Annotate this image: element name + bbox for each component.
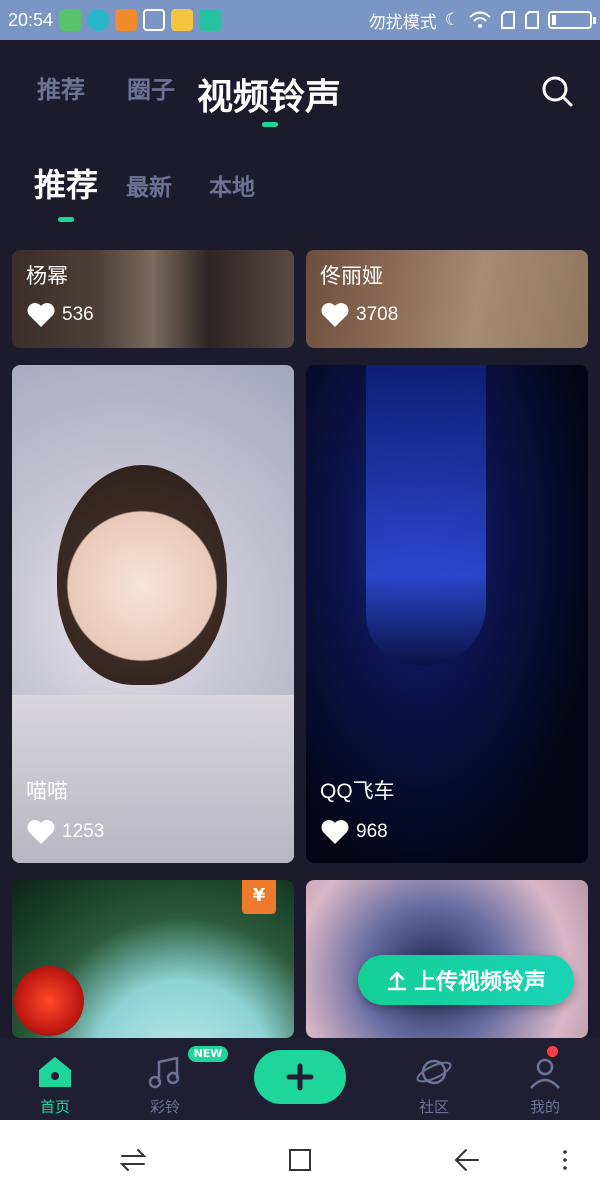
top-tab-indicator: [262, 122, 278, 127]
tab-video-ringtone[interactable]: 视频铃声: [197, 68, 341, 120]
heart-icon: [321, 820, 349, 844]
flower-thumbnail: [14, 966, 84, 1036]
profile-icon: [530, 1058, 560, 1089]
video-card[interactable]: 杨幂 536: [12, 250, 294, 348]
new-badge: NEW: [188, 1046, 228, 1062]
like-count-value: 1253: [62, 821, 105, 842]
upload-video-ringtone-button[interactable]: 上传视频铃声: [358, 955, 574, 1005]
video-card[interactable]: 喵喵 1253: [12, 365, 294, 863]
system-nav-bar: [0, 1120, 600, 1200]
nav-home[interactable]: 首页: [10, 1038, 100, 1120]
heart-icon: [27, 303, 55, 327]
video-card-title: QQ飞车: [320, 780, 395, 803]
like-count: 3708: [320, 302, 398, 328]
more-icon[interactable]: [560, 1146, 570, 1174]
video-thumbnail-face: [57, 465, 227, 685]
tab-recommend[interactable]: 推荐: [37, 70, 85, 105]
bottom-nav: 首页 彩铃 NEW 社区 我的: [0, 1038, 600, 1120]
top-tab-bar: 推荐 圈子 视频铃声: [0, 40, 600, 135]
tab-circle[interactable]: 圈子: [127, 70, 175, 105]
nav-home-label: 首页: [39, 1098, 70, 1116]
sub-tab-bar: 推荐 最新 本地: [0, 140, 600, 230]
app-notification-icon: [59, 9, 82, 31]
search-icon[interactable]: [540, 74, 574, 108]
sync-notification-icon: [87, 9, 110, 31]
video-card[interactable]: ¥: [12, 880, 294, 1038]
wifi-icon: [469, 11, 491, 28]
moon-icon: ☾: [444, 10, 460, 30]
upload-icon: [387, 971, 407, 991]
nav-ringtone-label: 彩铃: [149, 1098, 180, 1116]
home-square-icon[interactable]: [286, 1146, 314, 1174]
clean-notification-icon: [143, 9, 166, 31]
folder-notification-icon: [171, 9, 194, 31]
subtab-latest[interactable]: 最新: [126, 168, 172, 202]
sim1-icon: [501, 11, 515, 29]
like-count: 536: [26, 302, 94, 328]
subtab-recommend[interactable]: 推荐: [34, 160, 98, 206]
nav-community[interactable]: 社区: [389, 1038, 479, 1120]
video-card-title: 杨幂: [26, 265, 68, 288]
heart-icon: [27, 820, 55, 844]
notification-dot: [547, 1046, 558, 1057]
video-card-title: 佟丽娅: [320, 265, 383, 288]
video-card[interactable]: QQ飞车 968: [306, 365, 588, 863]
nav-profile[interactable]: 我的: [500, 1038, 590, 1120]
usb-notification-icon: [199, 9, 222, 31]
home-icon: [39, 1057, 71, 1087]
back-icon[interactable]: [452, 1146, 482, 1174]
nav-community-label: 社区: [418, 1098, 449, 1116]
like-count: 968: [320, 819, 388, 845]
upload-button-label: 上传视频铃声: [413, 970, 546, 995]
like-count-value: 3708: [356, 304, 399, 325]
add-button[interactable]: [254, 1050, 346, 1104]
status-bar: 20:54 勿扰模式 ☾: [0, 0, 600, 40]
warning-notification-icon: [115, 9, 138, 31]
nav-profile-label: 我的: [529, 1098, 560, 1116]
video-thumbnail-shoe: [366, 365, 486, 665]
heart-icon: [321, 303, 349, 327]
switch-app-icon[interactable]: [118, 1146, 148, 1174]
sim2-icon: [525, 11, 539, 29]
sub-tab-indicator: [58, 217, 74, 222]
subtab-local[interactable]: 本地: [209, 168, 255, 202]
video-card-title: 喵喵: [26, 780, 68, 803]
planet-icon: [416, 1059, 452, 1085]
paid-badge: ¥: [242, 880, 276, 914]
music-icon: [148, 1056, 180, 1089]
like-count: 1253: [26, 819, 104, 845]
dnd-label: 勿扰模式: [368, 12, 437, 33]
status-time: 20:54: [8, 9, 54, 30]
video-card[interactable]: 佟丽娅 3708: [306, 250, 588, 348]
like-count-value: 536: [62, 304, 94, 325]
battery-icon: [548, 11, 596, 29]
like-count-value: 968: [356, 821, 388, 842]
plus-icon: [286, 1063, 314, 1091]
